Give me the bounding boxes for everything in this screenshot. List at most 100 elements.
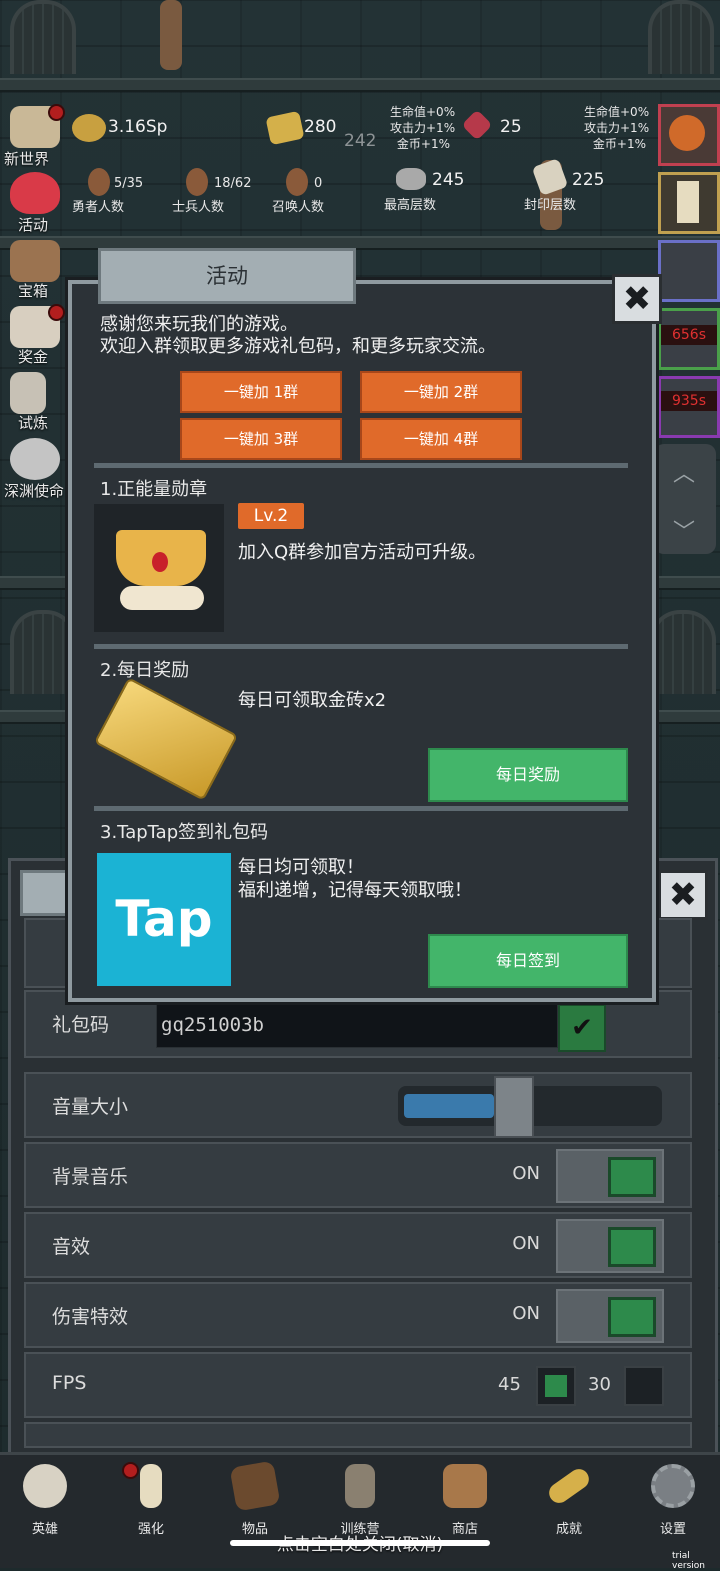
section-2-desc: 每日可领取金砖x2 (238, 690, 387, 711)
sfx-state: ON (512, 1233, 540, 1254)
notification-dot (48, 104, 65, 121)
summon-count: 0 (314, 176, 323, 191)
chevron-up-icon[interactable]: ︿ (673, 456, 695, 488)
settings-close-button[interactable]: ✖ (658, 870, 708, 920)
door-decoration (10, 610, 76, 694)
volume-slider-track[interactable] (398, 1076, 662, 1138)
daily-reward-button[interactable]: 每日奖励 (428, 748, 628, 802)
sfx-row: 音效 ON (24, 1212, 692, 1278)
notification-dot (122, 1462, 139, 1479)
candle-icon (677, 181, 699, 223)
section-3-desc-2: 福利递增，记得每天领取哦！ (238, 880, 472, 901)
gift-code-label: 礼包码 (52, 1014, 110, 1036)
checkmark-icon[interactable]: ✔ (558, 1004, 606, 1052)
chevron-down-icon[interactable]: ﹀ (673, 514, 695, 546)
join-group-2-button[interactable]: 一键加 2群 (360, 371, 522, 413)
floor-divider (0, 78, 720, 92)
section-2-title: 2.每日奖励 (100, 660, 190, 681)
gold-coin-icon (72, 114, 106, 142)
gold-amount: 3.16Sp (108, 117, 168, 137)
sidebar-item-abyss-mission[interactable]: 深渊使命 (4, 438, 66, 500)
crown-base (120, 586, 204, 610)
fps-option-45-label: 45 (498, 1374, 521, 1395)
right-slot-timer-1[interactable]: 656s (658, 308, 720, 370)
scroll-arrows[interactable]: ︿ ﹀ (654, 444, 716, 554)
bgm-label: 背景音乐 (52, 1166, 129, 1188)
bonus-stats-right: 生命值+0% 攻击力+1% 金币+1% (584, 105, 650, 151)
taptap-logo: Tap (97, 853, 231, 986)
heart-icon (10, 172, 60, 214)
damage-effect-toggle[interactable] (556, 1289, 664, 1343)
damage-effect-label: 伤害特效 (52, 1306, 129, 1328)
rock-floor-icon (396, 168, 426, 190)
chest-icon (10, 240, 60, 282)
candle-icon (140, 1464, 162, 1508)
sidebar-item-chest[interactable]: 宝箱 (4, 240, 66, 300)
gift-code-input[interactable]: gq251003b (156, 1002, 558, 1048)
soldier-count-label: 士兵人数 (172, 200, 225, 215)
join-group-4-button[interactable]: 一键加 4群 (360, 418, 522, 460)
volume-label: 音量大小 (52, 1096, 129, 1118)
damage-effect-row: 伤害特效 ON (24, 1282, 692, 1348)
sidebar-item-activity[interactable]: 活动 (4, 172, 66, 234)
nav-item-heroes[interactable]: 英雄 (10, 1460, 80, 1540)
right-slot-timer-2[interactable]: 935s (658, 376, 720, 438)
fps-option-45-checkbox[interactable] (536, 1366, 576, 1406)
section-1-desc: 加入Q群参加官方活动可升级。 (238, 542, 487, 563)
nav-item-shop[interactable]: 商店 (430, 1460, 500, 1540)
bonus-stats-left: 生命值+0% 攻击力+1% 金币+1% (390, 105, 456, 151)
door-decoration (10, 0, 76, 74)
door-decoration (650, 610, 716, 694)
checkbox-fill (545, 1375, 567, 1397)
max-floor-label: 最高层数 (384, 198, 437, 213)
hero-count-icon (88, 168, 110, 196)
level-badge: Lv.2 (238, 503, 304, 529)
intro-line-2: 欢迎入群领取更多游戏礼包码，和更多玩家交流。 (100, 336, 496, 357)
soldier-count: 18/62 (214, 176, 252, 191)
toggle-knob (608, 1227, 656, 1267)
hero-sprite (160, 0, 182, 70)
sfx-label: 音效 (52, 1236, 91, 1258)
toggle-knob (608, 1297, 656, 1337)
nav-item-training[interactable]: 训练营 (325, 1460, 395, 1540)
fps-option-30-checkbox[interactable] (624, 1366, 664, 1406)
nav-item-items[interactable]: 物品 (220, 1460, 290, 1540)
soldier-count-icon (186, 168, 208, 196)
bgm-toggle[interactable] (556, 1149, 664, 1203)
modal-close-button[interactable]: ✖ (612, 274, 662, 324)
right-slot-candle[interactable] (658, 172, 720, 234)
timer-text: 656s (661, 325, 717, 345)
nav-item-achievements[interactable]: 成就 (534, 1460, 604, 1540)
gear-icon (651, 1464, 695, 1508)
nav-item-settings[interactable]: 设置 (638, 1460, 708, 1540)
watermark: trial version (672, 1551, 705, 1571)
timer-text: 935s (661, 391, 717, 411)
summon-count-icon (286, 168, 308, 196)
join-group-3-button[interactable]: 一键加 3群 (180, 418, 342, 460)
fps-row: FPS 45 30 (24, 1352, 692, 1418)
max-floor: 245 (432, 170, 465, 190)
gem-amount: 25 (500, 117, 522, 137)
crown-gem (152, 552, 168, 572)
hero-count: 5/35 (114, 176, 144, 191)
settings-row-partial (24, 1422, 692, 1448)
lantern-icon (345, 1464, 375, 1508)
medal-image-frame (94, 504, 224, 632)
daily-checkin-button[interactable]: 每日签到 (428, 934, 628, 988)
volume-slider-handle[interactable] (494, 1076, 534, 1138)
skull-icon (23, 1464, 67, 1508)
home-indicator[interactable] (230, 1540, 490, 1546)
modal-title: 活动 (98, 248, 356, 304)
right-slot-scroll[interactable] (658, 240, 720, 302)
volume-row: 音量大小 (24, 1072, 692, 1138)
sfx-toggle[interactable] (556, 1219, 664, 1273)
section-divider (94, 463, 628, 468)
feather-icon (10, 372, 46, 414)
sidebar-item-trial[interactable]: 试炼 (4, 372, 66, 432)
bgm-state: ON (512, 1163, 540, 1184)
toggle-knob (608, 1157, 656, 1197)
right-slot-fruit[interactable] (658, 104, 720, 166)
join-group-1-button[interactable]: 一键加 1群 (180, 371, 342, 413)
sealed-floor-label: 封印层数 (524, 198, 577, 213)
section-divider (94, 644, 628, 649)
